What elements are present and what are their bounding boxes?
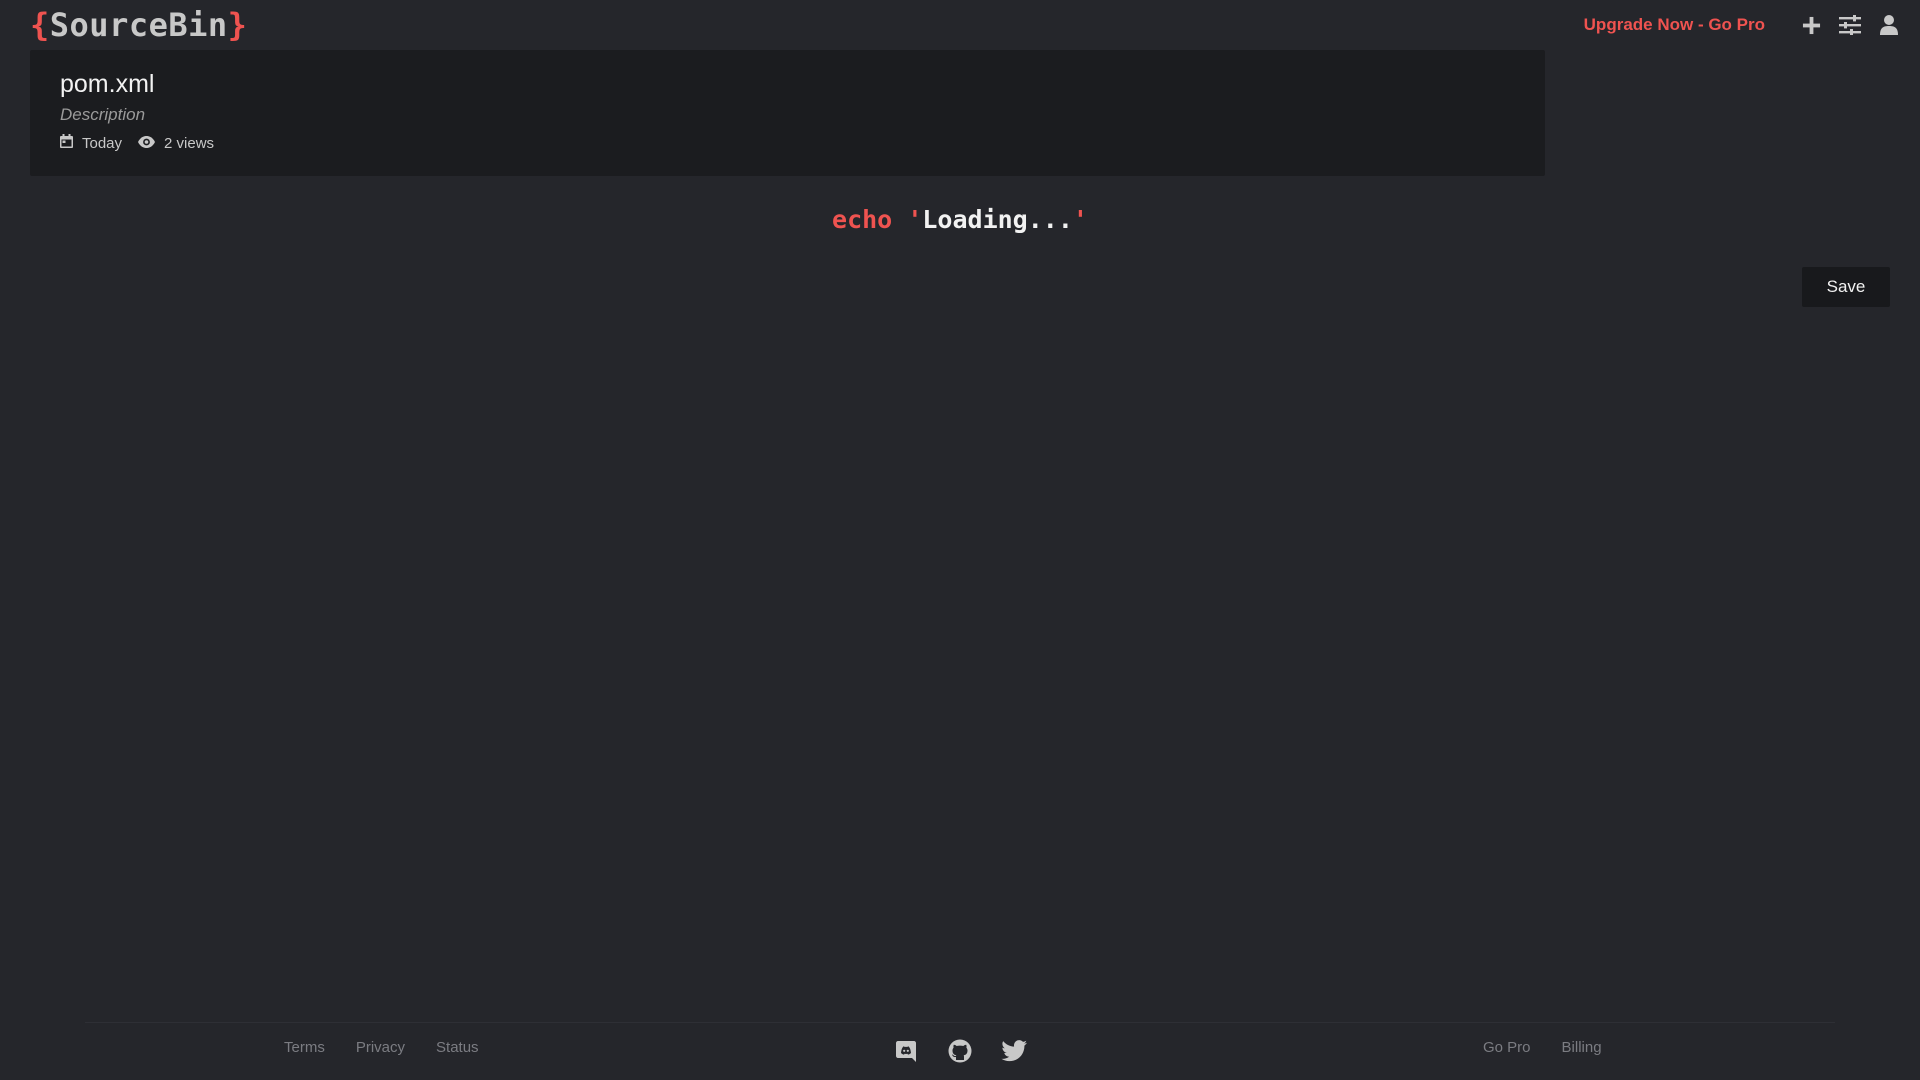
loading-quote-open: ' [907, 205, 923, 234]
bin-views: 2 views [164, 134, 215, 152]
discord-icon[interactable] [893, 1038, 919, 1064]
footer-link-status[interactable]: Status [436, 1038, 479, 1058]
eye-icon [138, 135, 164, 153]
bin-info-card: pom.xml Description Today 2 views [30, 50, 1545, 176]
bin-title[interactable]: pom.xml [60, 68, 1515, 100]
logo-text: SourceBin [49, 6, 228, 44]
loading-keyword: echo [832, 205, 893, 234]
upgrade-link[interactable]: Upgrade Now - Go Pro [1584, 15, 1765, 35]
logo[interactable]: {SourceBin} [30, 5, 247, 45]
header: {SourceBin} Upgrade Now - Go Pro [0, 0, 1920, 50]
loading-text: Loading... [922, 205, 1073, 234]
footer-social-links [893, 1038, 1055, 1064]
views-meta: 2 views [138, 135, 214, 153]
loading-message: echo 'Loading...' [0, 201, 1920, 239]
footer-right-links: Go Pro Billing [1483, 1038, 1633, 1058]
calendar-icon [60, 134, 82, 153]
header-nav: Upgrade Now - Go Pro [1584, 8, 1902, 42]
bin-meta: Today 2 views [60, 134, 1515, 153]
logo-open-brace: { [30, 6, 50, 44]
user-icon[interactable] [1876, 12, 1902, 38]
plus-icon[interactable] [1798, 12, 1824, 38]
bin-date: Today [82, 134, 123, 152]
sliders-icon[interactable] [1837, 12, 1863, 38]
footer-link-terms[interactable]: Terms [284, 1038, 325, 1058]
save-button[interactable]: Save [1802, 267, 1890, 307]
twitter-icon[interactable] [1001, 1038, 1027, 1064]
footer-left-links: Terms Privacy Status [284, 1038, 510, 1058]
date-meta: Today [60, 134, 122, 153]
loading-quote-close: ' [1072, 205, 1088, 234]
logo-close-brace: } [227, 6, 248, 44]
github-icon[interactable] [947, 1038, 973, 1064]
footer-link-billing[interactable]: Billing [1562, 1038, 1602, 1058]
footer-link-privacy[interactable]: Privacy [356, 1038, 405, 1058]
footer-link-go-pro[interactable]: Go Pro [1483, 1038, 1531, 1058]
bin-description[interactable]: Description [60, 104, 1515, 126]
footer-divider [85, 1022, 1835, 1023]
